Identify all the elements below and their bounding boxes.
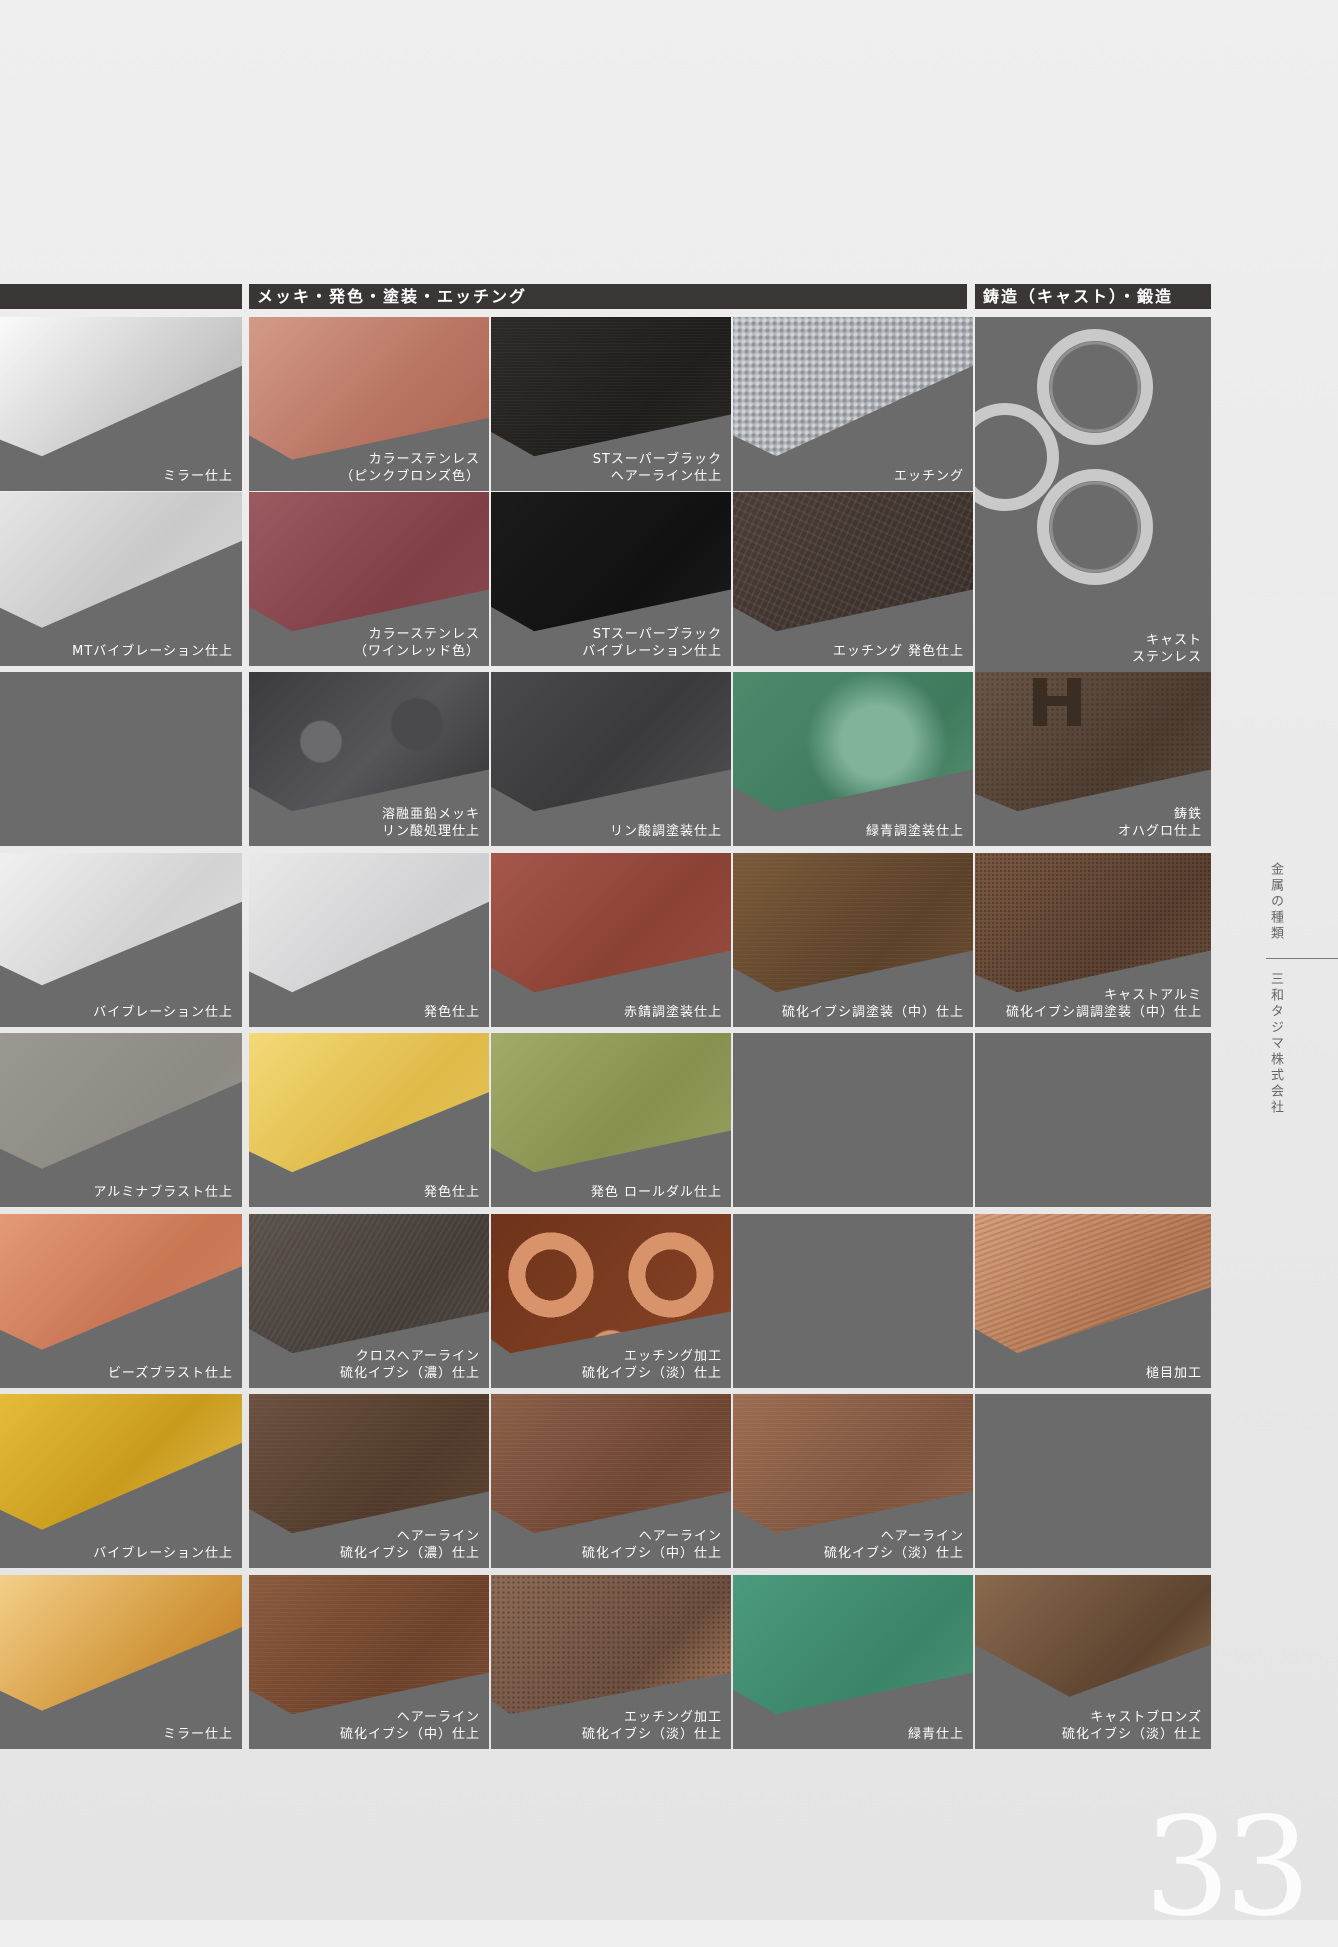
swatch-d4: 硫化イブシ調塗装（中）仕上 [733, 853, 973, 1027]
sample-verdigris [733, 1575, 973, 1715]
swatch-label: エッチング加工 硫化イブシ（淡）仕上 [581, 1349, 722, 1381]
swatch-d8: 緑青仕上 [733, 1575, 973, 1749]
sample-phosphate-paint [491, 672, 731, 812]
swatch-label: ビーズブラスト仕上 [107, 1366, 233, 1381]
swatch-label: エッチング加工 硫化イブシ（淡）仕上 [581, 1710, 722, 1742]
swatch-b2: カラーステンレス （ワインレッド色） [249, 492, 489, 666]
swatch-a4: バイブレーション仕上 [0, 853, 242, 1027]
section-header-stainless [0, 284, 242, 309]
swatch-d3: 緑青調塗装仕上 [733, 672, 973, 846]
swatch-label: アルミナブラスト仕上 [93, 1185, 233, 1200]
swatch-label: 赤錆調塗装仕上 [623, 1005, 722, 1020]
swatch-label: カラーステンレス （ピンクブロンズ色） [340, 452, 480, 484]
swatch-e7-empty [975, 1394, 1211, 1568]
swatch-label: 発色仕上 [423, 1005, 480, 1020]
swatch-label: カラーステンレス （ワインレッド色） [353, 627, 480, 659]
swatch-label: STスーパーブラック バイブレーション仕上 [582, 627, 722, 659]
side-company-label: 三和タジマ株式会社 [1268, 972, 1283, 1116]
swatch-label: 発色仕上 [423, 1185, 480, 1200]
sample-alumina-blast [0, 1033, 242, 1169]
swatch-d7: ヘアーライン 硫化イブシ（淡）仕上 [733, 1394, 973, 1568]
swatch-c7: ヘアーライン 硫化イブシ（中）仕上 [491, 1394, 731, 1568]
sample-mt-vibration [0, 492, 242, 628]
swatch-d6-empty [733, 1214, 973, 1388]
swatch-label: 溶融亜鉛メッキ リン酸処理仕上 [381, 807, 480, 839]
swatch-label: キャスト ステンレス [1131, 633, 1202, 665]
swatch-d5-empty [733, 1033, 973, 1207]
swatch-e4: キャストアルミ 硫化イブシ調調塗装（中）仕上 [975, 853, 1211, 1027]
swatch-b8: ヘアーライン 硫化イブシ（中）仕上 [249, 1575, 489, 1749]
swatch-label: エッチング 発色仕上 [832, 644, 964, 659]
swatch-a8: ミラー仕上 [0, 1575, 242, 1749]
sample-ibushi-paint [733, 853, 973, 993]
swatch-c5: 発色 ロールダル仕上 [491, 1033, 731, 1207]
swatch-a7: バイブレーション仕上 [0, 1394, 242, 1568]
swatch-e5-empty [975, 1033, 1211, 1207]
swatch-a1: ミラー仕上 [0, 317, 242, 491]
swatch-label: STスーパーブラック ヘアーライン仕上 [592, 452, 722, 484]
section-header-plating: メッキ・発色・塗装・エッチング [249, 284, 967, 309]
swatch-b7: ヘアーライン 硫化イブシ（濃）仕上 [249, 1394, 489, 1568]
swatch-label: ミラー仕上 [162, 469, 233, 484]
swatch-a5: アルミナブラスト仕上 [0, 1033, 242, 1207]
swatch-label: ミラー仕上 [162, 1727, 233, 1742]
sample-color-gold [249, 1033, 489, 1173]
swatch-c3: リン酸調塗装仕上 [491, 672, 731, 846]
swatch-label: クロスヘアーライン 硫化イブシ（濃）仕上 [339, 1349, 480, 1381]
sample-vibration-gold [0, 1394, 242, 1530]
swatch-a2: MTバイブレーション仕上 [0, 492, 242, 666]
swatch-b4: 発色仕上 [249, 853, 489, 1027]
sample-red-rust-paint [491, 853, 731, 993]
swatch-label: 緑青仕上 [907, 1727, 964, 1742]
swatch-e6: 槌目加工 [975, 1214, 1211, 1388]
swatch-b1: カラーステンレス （ピンクブロンズ色） [249, 317, 489, 491]
swatch-c8: エッチング加工 硫化イブシ（淡）仕上 [491, 1575, 731, 1749]
swatch-label: バイブレーション仕上 [93, 1546, 233, 1561]
swatch-d1: エッチング [733, 317, 973, 491]
sample-etching-silver [733, 317, 973, 457]
sample-roll-dull-green [491, 1033, 731, 1173]
sample-mirror-gold [0, 1575, 242, 1711]
sample-color-silver [249, 853, 489, 993]
swatch-c2: STスーパーブラック バイブレーション仕上 [491, 492, 731, 666]
swatch-label: エッチング [893, 469, 964, 484]
swatch-label: ヘアーライン 硫化イブシ（中）仕上 [581, 1529, 722, 1561]
swatch-b6: クロスヘアーライン 硫化イブシ（濃）仕上 [249, 1214, 489, 1388]
sample-bead-blast-copper [0, 1214, 242, 1350]
swatch-e8: キャストブロンズ 硫化イブシ（淡）仕上 [975, 1575, 1211, 1749]
swatch-label: 発色 ロールダル仕上 [590, 1185, 722, 1200]
swatch-e3: 鋳鉄 オハグロ仕上 [975, 672, 1211, 846]
swatch-label: MTバイブレーション仕上 [72, 644, 233, 659]
swatch-label: キャストブロンズ 硫化イブシ（淡）仕上 [1061, 1710, 1202, 1742]
swatch-c1: STスーパーブラック ヘアーライン仕上 [491, 317, 731, 491]
sample-verdigris-paint [733, 672, 973, 812]
sample-mirror-silver [0, 317, 242, 457]
swatch-label: バイブレーション仕上 [93, 1005, 233, 1020]
page-number: 33 [1144, 1789, 1311, 1947]
swatch-a3-empty [0, 672, 242, 846]
sample-etching-color [733, 492, 973, 632]
swatch-label: 硫化イブシ調塗装（中）仕上 [781, 1005, 964, 1020]
swatch-c4: 赤錆調塗装仕上 [491, 853, 731, 1027]
swatch-label: ヘアーライン 硫化イブシ（濃）仕上 [339, 1529, 480, 1561]
section-header-cast: 鋳造（キャスト）・鍛造 [975, 284, 1211, 309]
swatch-c6: エッチング加工 硫化イブシ（淡）仕上 [491, 1214, 731, 1388]
side-category-label: 金属の種類 [1268, 862, 1283, 942]
swatch-label: 緑青調塗装仕上 [865, 824, 964, 839]
sample-hammered [975, 1214, 1211, 1354]
swatch-label: ヘアーライン 硫化イブシ（淡）仕上 [823, 1529, 964, 1561]
swatch-b5: 発色仕上 [249, 1033, 489, 1207]
swatch-d2: エッチング 発色仕上 [733, 492, 973, 666]
swatch-label: キャストアルミ 硫化イブシ調調塗装（中）仕上 [1005, 988, 1202, 1020]
cast-rings-image [975, 329, 1153, 585]
swatch-e1-cast-stainless: キャスト ステンレス [975, 317, 1211, 672]
swatch-label: リン酸調塗装仕上 [609, 824, 722, 839]
swatch-label: 鋳鉄 オハグロ仕上 [1117, 807, 1202, 839]
side-divider [1266, 958, 1338, 959]
swatch-label: ヘアーライン 硫化イブシ（中）仕上 [339, 1710, 480, 1742]
swatch-a6: ビーズブラスト仕上 [0, 1214, 242, 1388]
swatch-b3: 溶融亜鉛メッキ リン酸処理仕上 [249, 672, 489, 846]
sample-vibration-silver [0, 853, 242, 986]
swatch-label: 槌目加工 [1145, 1366, 1202, 1381]
